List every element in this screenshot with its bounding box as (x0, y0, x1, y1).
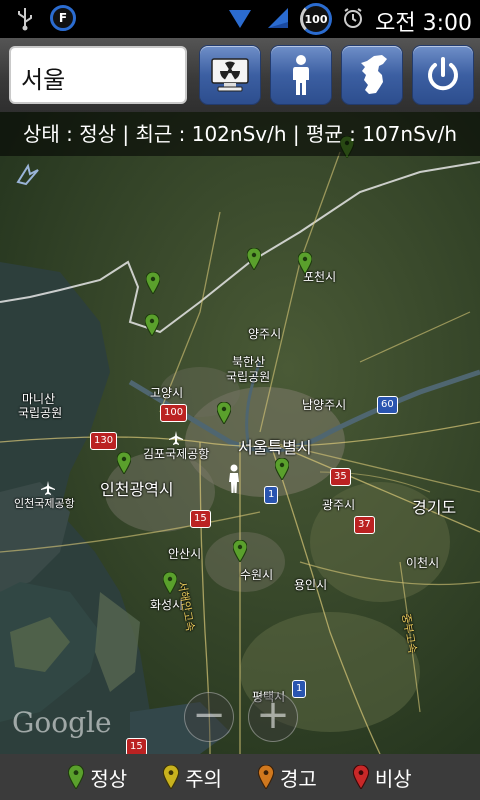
battery-icon: 100 (300, 3, 332, 35)
sensor-pin[interactable] (163, 572, 177, 594)
label-yongin: 용인시 (294, 578, 328, 592)
radiation-status-line: 상태 : 정상 | 최근 : 102nSv/h | 평균 : 107nSv/h (0, 112, 480, 156)
label-gimpo-airport: 김포국제공항 (143, 447, 210, 461)
sensor-pin[interactable] (298, 252, 312, 274)
green-pin-icon (68, 765, 85, 789)
label-incheon-airport: 인천국제공항 (14, 497, 75, 510)
label-incheon-city: 인천광역시 (100, 480, 174, 499)
red-pin-icon (352, 765, 369, 789)
korea-map-icon (361, 55, 387, 94)
label-goyang: 고양시 (150, 386, 184, 400)
route-shield-60: 60 (377, 396, 398, 414)
sensor-pin[interactable] (146, 272, 160, 294)
airport-icon (169, 431, 183, 445)
radiation-monitor-icon (211, 58, 249, 92)
zoom-in-button[interactable]: + (248, 692, 298, 742)
wifi-icon (228, 8, 252, 34)
route-shield-100: 100 (160, 404, 188, 422)
legend-label: 경고 (280, 766, 317, 791)
status-bar: F 100 오전 3:00 (0, 0, 480, 38)
my-location-icon[interactable] (226, 464, 242, 494)
route-shield-15a: 15 (190, 510, 211, 528)
map-terrain (0, 112, 480, 754)
legend-label: 주의 (185, 766, 222, 791)
legend-bar: 정상 주의 경고 비상 (0, 754, 480, 800)
label-gwangju: 광주시 (322, 498, 356, 512)
route-shield-35: 35 (330, 468, 351, 486)
route-shield-15b: 15 (126, 738, 147, 754)
label-bukhansan-park: 국립공원 (226, 370, 271, 384)
label-yangju: 양주시 (248, 327, 282, 341)
satellite-map[interactable]: 포천시 양주시 북한산 국립공원 고양시 남양주시 마니산 국립공원 김포국제공… (0, 112, 480, 754)
label-gyeonggi: 경기도 (412, 498, 457, 517)
airport-icon (41, 481, 55, 495)
sensor-pin[interactable] (275, 458, 289, 480)
location-input[interactable]: 서울 (9, 46, 187, 104)
label-manisan-park: 국립공원 (18, 406, 63, 420)
zoom-out-button[interactable]: − (184, 692, 234, 742)
route-shield-1a: 1 (264, 486, 279, 504)
sensor-pin[interactable] (145, 314, 159, 336)
usb-icon (14, 6, 36, 36)
route-shield-37: 37 (354, 516, 375, 534)
label-icheon: 이천시 (406, 556, 440, 570)
orange-pin-icon (258, 765, 274, 789)
label-seoul: 서울특별시 (238, 438, 312, 457)
alarm-icon (342, 7, 364, 33)
map-logo-mark (16, 163, 39, 186)
power-button[interactable] (413, 46, 473, 104)
legend-item-emergency: 비상 (352, 763, 412, 792)
legend-item-caution: 주의 (163, 763, 222, 792)
label-ansan: 안산시 (168, 547, 202, 561)
legend-item-warning: 경고 (258, 763, 317, 792)
legend-label: 비상 (374, 766, 412, 791)
sensor-pin[interactable] (217, 402, 231, 424)
radiation-monitor-button[interactable] (200, 46, 260, 104)
signal-icon (266, 6, 290, 34)
top-toolbar: 서울 (0, 38, 480, 112)
label-namyangju: 남양주시 (302, 398, 347, 412)
power-icon (428, 57, 458, 91)
person-icon (293, 55, 309, 95)
sensor-pin[interactable] (247, 248, 261, 270)
route-shield-130: 130 (90, 432, 118, 450)
sensor-pin[interactable] (233, 540, 247, 562)
battery-level: 100 (300, 3, 332, 35)
app-f-icon: F (50, 5, 76, 31)
google-attribution: Google (12, 706, 112, 739)
app-badge: F (50, 5, 76, 31)
sensor-pin[interactable] (117, 452, 131, 474)
yellow-pin-icon (163, 765, 180, 789)
route-shield-1b: 1 (292, 680, 307, 698)
clock: 오전 3:00 (375, 11, 472, 36)
legend-item-normal: 정상 (68, 763, 127, 792)
korea-map-button[interactable] (342, 46, 402, 104)
legend-label: 정상 (90, 766, 128, 791)
label-suwon: 수원시 (240, 568, 274, 582)
person-button[interactable] (271, 46, 331, 104)
